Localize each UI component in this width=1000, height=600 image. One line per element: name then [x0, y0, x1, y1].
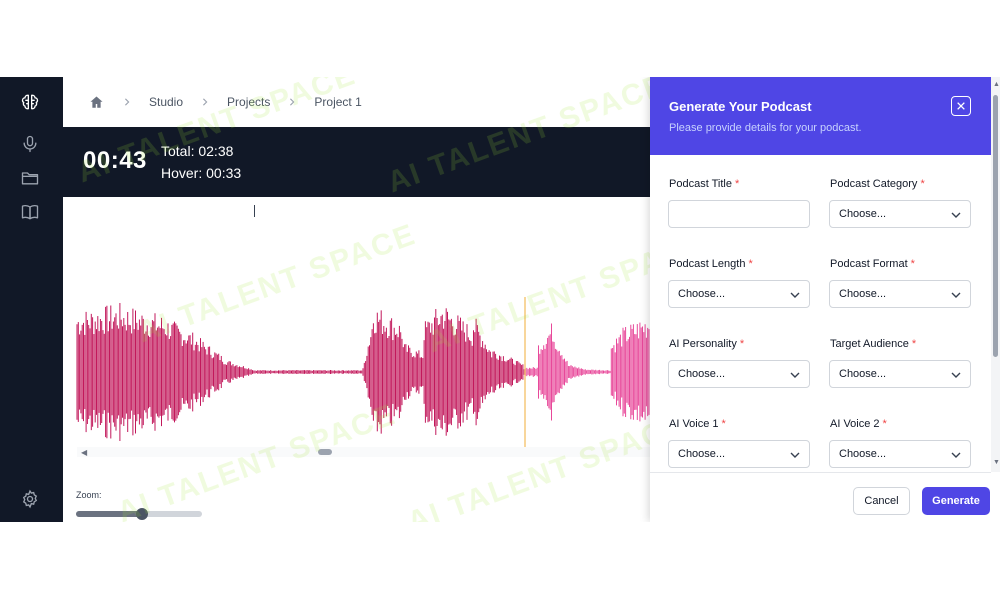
settings-gear-icon[interactable] — [19, 488, 41, 510]
chevron-down-icon — [790, 372, 800, 378]
sidebar — [0, 77, 63, 522]
chevron-down-icon — [790, 292, 800, 298]
chevron-right-icon — [123, 98, 131, 106]
scroll-left-arrow-icon[interactable]: ◀ — [81, 448, 87, 457]
total-duration: Total: 02:38 — [161, 143, 234, 159]
podcast-category-label: Podcast Category * — [830, 178, 925, 190]
microphone-icon[interactable] — [19, 133, 41, 155]
text-cursor — [254, 205, 255, 217]
chevron-down-icon — [951, 292, 961, 298]
zoom-slider-fill — [76, 511, 142, 517]
scroll-down-arrow-icon[interactable]: ▼ — [993, 459, 1000, 466]
close-modal-button[interactable] — [951, 96, 971, 116]
target-audience-label: Target Audience * — [830, 338, 917, 350]
chevron-right-icon — [201, 98, 209, 106]
ai-personality-label: AI Personality * — [669, 338, 745, 350]
app-root: Studio Projects Project 1 00:43 Total: 0… — [0, 77, 1000, 522]
ai-voice-2-label: AI Voice 2 * — [830, 418, 887, 430]
chevron-down-icon — [951, 212, 961, 218]
chevron-down-icon — [790, 452, 800, 458]
folder-icon[interactable] — [19, 167, 41, 189]
modal-footer: Cancel Generate — [650, 472, 991, 522]
chevron-down-icon — [951, 372, 961, 378]
breadcrumb: Studio Projects Project 1 — [63, 77, 650, 127]
podcast-format-label: Podcast Format * — [830, 258, 915, 270]
generate-podcast-modal: Generate Your Podcast Please provide det… — [650, 77, 1000, 522]
podcast-format-select[interactable]: Choose... — [829, 280, 971, 308]
podcast-title-label: Podcast Title * — [669, 178, 740, 190]
home-icon[interactable] — [89, 94, 105, 110]
modal-scrollbar-thumb[interactable] — [993, 95, 998, 357]
audio-waveform[interactable] — [63, 297, 650, 447]
scroll-up-arrow-icon[interactable]: ▲ — [993, 81, 1000, 88]
podcast-title-input[interactable] — [668, 200, 810, 228]
scrollbar-thumb[interactable] — [317, 449, 332, 455]
waveform-scrollbar[interactable]: ◀ — [77, 447, 650, 457]
breadcrumb-project-1[interactable]: Project 1 — [314, 95, 361, 109]
target-audience-select[interactable]: Choose... — [829, 360, 971, 388]
chevron-right-icon — [288, 98, 296, 106]
modal-scrollbar[interactable]: ▲ ▼ — [991, 77, 1000, 472]
zoom-slider-handle[interactable] — [135, 508, 148, 520]
breadcrumb-studio[interactable]: Studio — [149, 95, 183, 109]
modal-header: Generate Your Podcast Please provide det… — [650, 77, 991, 155]
modal-subtitle: Please provide details for your podcast. — [669, 122, 862, 134]
time-header: 00:43 Total: 02:38 Hover: 00:33 — [63, 127, 650, 197]
chevron-down-icon — [951, 452, 961, 458]
ai-voice-1-select[interactable]: Choose... — [668, 440, 810, 468]
generate-button[interactable]: Generate — [922, 487, 990, 515]
podcast-category-select[interactable]: Choose... — [829, 200, 971, 228]
brain-logo-icon[interactable] — [19, 91, 41, 113]
podcast-length-select[interactable]: Choose... — [668, 280, 810, 308]
current-time: 00:43 — [83, 147, 147, 174]
close-icon — [957, 102, 965, 110]
waveform-panel[interactable]: ◀ Zoom: — [63, 197, 650, 522]
ai-personality-select[interactable]: Choose... — [668, 360, 810, 388]
zoom-slider[interactable] — [76, 508, 202, 520]
podcast-length-label: Podcast Length * — [669, 258, 753, 270]
modal-title: Generate Your Podcast — [669, 99, 812, 114]
cancel-button[interactable]: Cancel — [853, 487, 910, 515]
hover-time: Hover: 00:33 — [161, 165, 242, 181]
breadcrumb-projects[interactable]: Projects — [227, 95, 270, 109]
zoom-label: Zoom: — [76, 490, 102, 500]
ai-voice-1-label: AI Voice 1 * — [669, 418, 726, 430]
ai-voice-2-select[interactable]: Choose... — [829, 440, 971, 468]
book-icon[interactable] — [19, 201, 41, 223]
